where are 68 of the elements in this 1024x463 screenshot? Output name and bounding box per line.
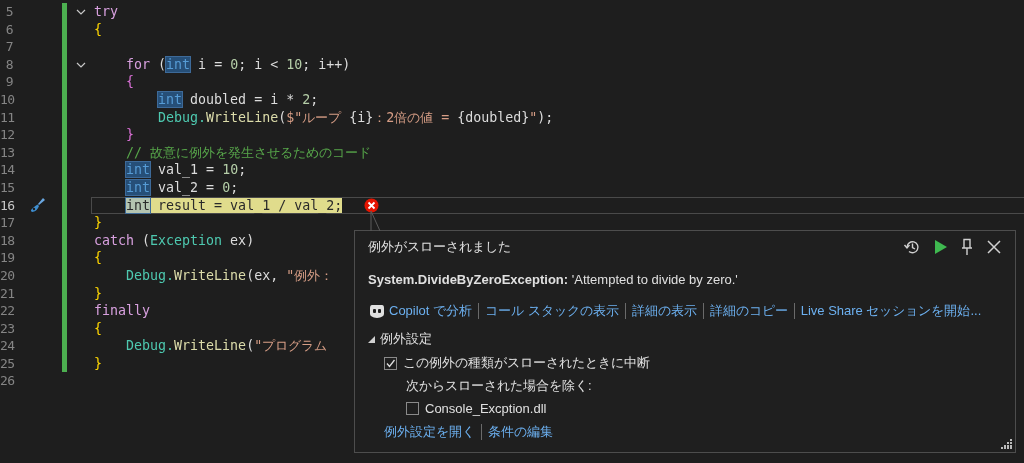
line-number: 6 xyxy=(4,20,13,39)
checkbox[interactable] xyxy=(406,402,419,415)
code-line: } xyxy=(94,284,102,303)
link[interactable]: 詳細の表示 xyxy=(631,302,697,320)
code-line: } xyxy=(94,214,102,232)
line-number: 13 xyxy=(0,143,13,162)
line-number: 18 xyxy=(0,231,13,250)
code-line: try xyxy=(94,3,119,21)
line-number: 15 xyxy=(0,178,13,197)
code-comment: // 故意に例外を発生させるためのコード xyxy=(126,143,372,162)
code-line: { xyxy=(94,249,102,267)
exception-message: System.DivideByZeroException: 'Attempted to divide by zero.' xyxy=(368,272,739,287)
pin-icon[interactable] xyxy=(961,238,973,256)
line-number: 17 xyxy=(0,214,13,232)
link[interactable]: 例外設定を開く xyxy=(384,423,475,441)
link[interactable]: Live Share セッションを開始... xyxy=(800,302,982,320)
line-number: 25 xyxy=(0,354,13,373)
line-number: 24 xyxy=(0,337,13,355)
line-number: 20 xyxy=(0,266,13,285)
link[interactable]: Copilot で分析 xyxy=(368,302,473,320)
chevron-down-icon[interactable] xyxy=(75,61,86,68)
close-icon[interactable] xyxy=(986,239,1002,255)
popup-pointer xyxy=(370,211,381,232)
error-icon xyxy=(364,198,379,213)
code-line: Debug.WriteLine("プログラム xyxy=(126,337,328,355)
copilot-icon xyxy=(368,303,386,319)
code-line: int doubled = i * 2; xyxy=(158,90,319,109)
code-line: int result = val_1 / val_2; xyxy=(126,196,343,215)
checkbox-label: Console_Excption.dll xyxy=(425,401,547,416)
code-line: { xyxy=(94,319,102,338)
chevron-down-icon[interactable] xyxy=(75,8,86,15)
code-line: int val_2 = 0; xyxy=(126,178,239,197)
code-line: { xyxy=(126,73,135,91)
checkbox[interactable] xyxy=(384,356,397,370)
line-number: 26 xyxy=(0,372,13,391)
line-number: 23 xyxy=(0,319,13,338)
section-title: 例外設定 xyxy=(380,330,432,348)
line-number: 8 xyxy=(4,55,13,74)
line-number: 7 xyxy=(4,38,13,56)
line-number: 21 xyxy=(0,284,13,303)
checkbox-label: この例外の種類がスローされたときに中断 xyxy=(403,354,650,372)
code-line: finally xyxy=(94,302,151,320)
line-number: 22 xyxy=(0,302,13,320)
line-number: 10 xyxy=(0,90,13,109)
line-number: 12 xyxy=(0,126,13,144)
history-icon[interactable] xyxy=(903,238,921,256)
line-number: 14 xyxy=(0,161,13,179)
code-line: } xyxy=(94,354,102,373)
code-line: { xyxy=(94,20,102,39)
line-number: 5 xyxy=(4,3,13,21)
code-line: catch (Exception ex) xyxy=(94,231,255,250)
link[interactable]: コール スタックの表示 xyxy=(485,302,619,320)
line-number: 16 xyxy=(0,196,13,215)
line-number: 9 xyxy=(4,73,13,91)
link[interactable]: 詳細のコピー xyxy=(709,302,788,320)
code-line: Debug.WriteLine($"ループ {i}：2倍の値 = {doubled}"); xyxy=(158,108,554,127)
link[interactable]: 条件の編集 xyxy=(488,423,553,441)
exclude-label: 次からスローされた場合を除く: xyxy=(406,377,593,395)
code-line: } xyxy=(126,126,135,144)
code-line: int val_1 = 10; xyxy=(126,161,247,179)
code-line: for (int i = 0; i < 10; i++) xyxy=(126,55,351,74)
line-number: 11 xyxy=(0,108,13,127)
line-number: 19 xyxy=(0,249,13,267)
play-icon[interactable] xyxy=(934,239,948,255)
expander-icon[interactable] xyxy=(368,335,375,343)
code-line: Debug.WriteLine(ex, "例外： xyxy=(126,266,334,285)
popup-title: 例外がスローされました xyxy=(368,238,512,256)
resize-grip-icon[interactable] xyxy=(1001,438,1012,449)
